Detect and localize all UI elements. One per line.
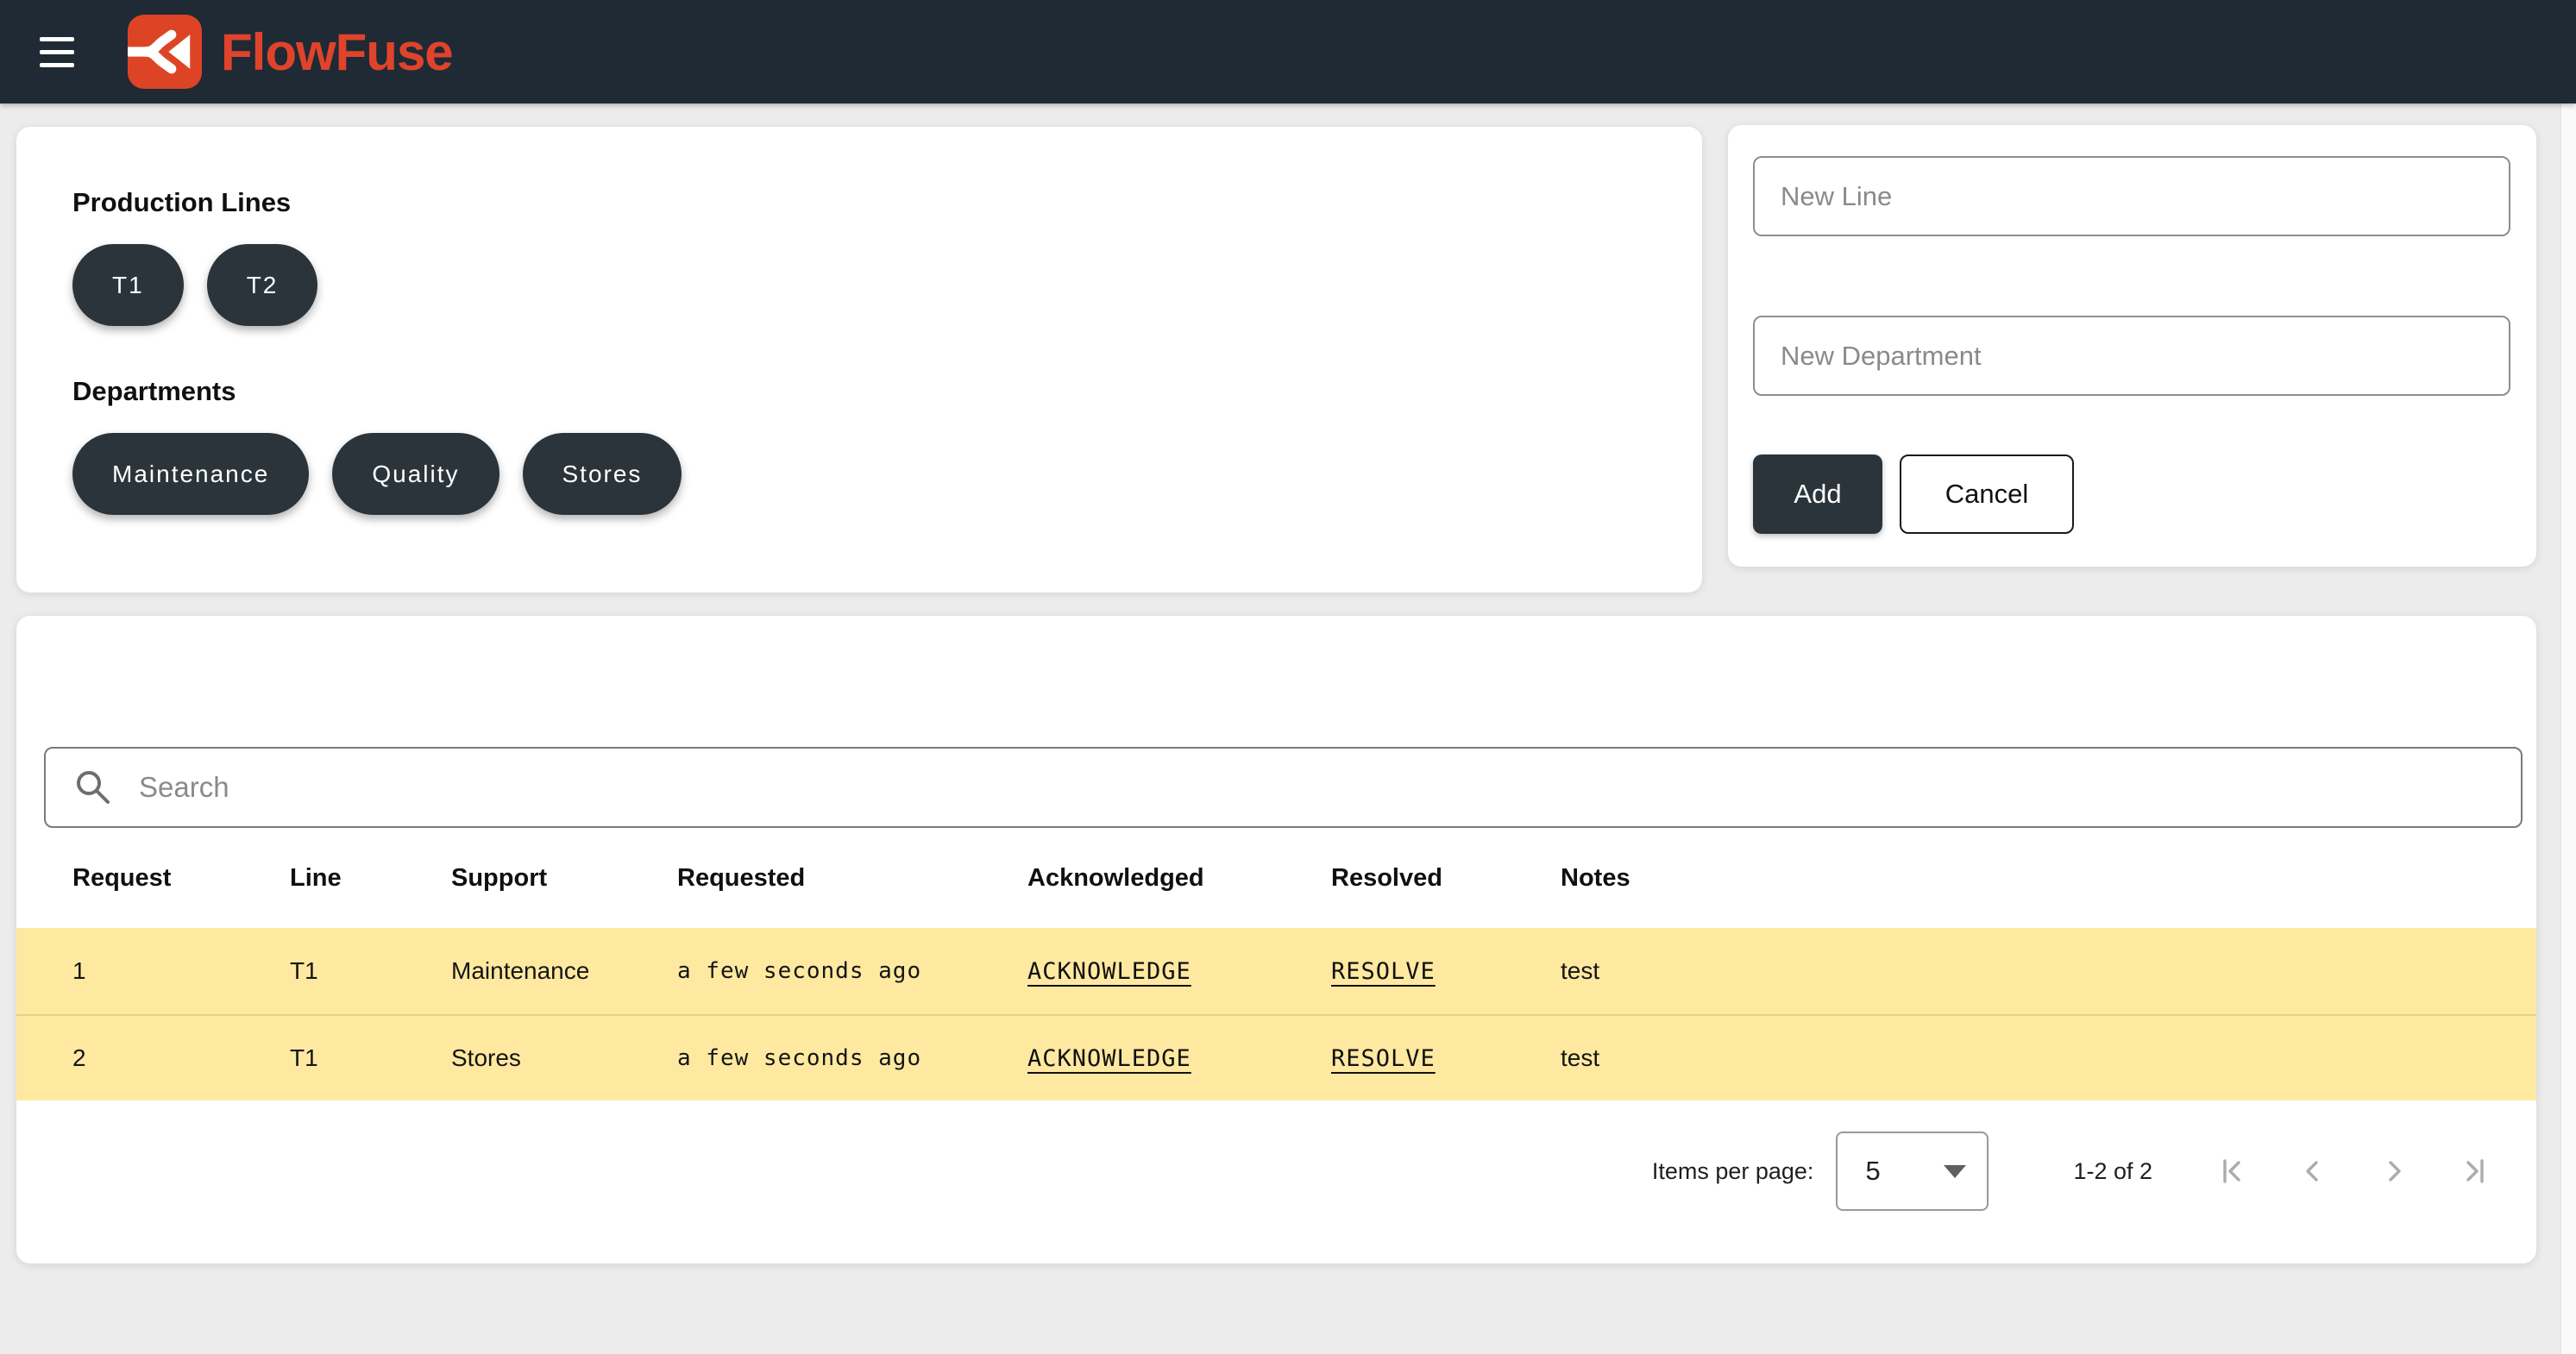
scrollbar-track[interactable] bbox=[2560, 103, 2576, 1354]
lines-departments-card: Production Lines T1 T2 Departments Maint… bbox=[16, 127, 1702, 592]
column-header-requested: Requested bbox=[677, 864, 1027, 893]
cell-request: 2 bbox=[72, 1044, 290, 1072]
requests-table-card: Request Line Support Requested Acknowled… bbox=[16, 616, 2536, 1263]
page-range-label: 1-2 of 2 bbox=[2073, 1158, 2152, 1185]
column-header-support: Support bbox=[451, 864, 677, 893]
brand-title: FlowFuse bbox=[221, 22, 453, 82]
cell-support: Stores bbox=[451, 1044, 677, 1072]
resolve-link[interactable]: RESOLVE bbox=[1331, 958, 1436, 985]
add-form-card: Add Cancel bbox=[1728, 125, 2536, 567]
column-header-line: Line bbox=[290, 864, 451, 893]
search-input[interactable] bbox=[44, 747, 2523, 828]
cell-line: T1 bbox=[290, 957, 451, 985]
cancel-button[interactable]: Cancel bbox=[1900, 454, 2074, 534]
table-row: 1 T1 Maintenance a few seconds ago ACKNO… bbox=[16, 928, 2536, 1014]
cell-line: T1 bbox=[290, 1044, 451, 1072]
resolve-link[interactable]: RESOLVE bbox=[1331, 1045, 1436, 1072]
acknowledge-link[interactable]: ACKNOWLEDGE bbox=[1027, 1045, 1191, 1072]
department-pill-quality[interactable]: Quality bbox=[332, 433, 499, 515]
items-per-page-value: 5 bbox=[1865, 1156, 1880, 1187]
department-pill-maintenance[interactable]: Maintenance bbox=[72, 433, 309, 515]
production-lines-title: Production Lines bbox=[72, 187, 1702, 218]
brand: FlowFuse bbox=[128, 15, 453, 89]
cell-requested: a few seconds ago bbox=[677, 958, 1027, 984]
cell-requested: a few seconds ago bbox=[677, 1045, 1027, 1071]
departments-title: Departments bbox=[72, 376, 1702, 407]
last-page-icon[interactable] bbox=[2460, 1156, 2491, 1187]
pagination-nav bbox=[2216, 1156, 2491, 1187]
new-line-input[interactable] bbox=[1753, 156, 2510, 236]
add-button[interactable]: Add bbox=[1753, 454, 1882, 534]
pagination-bar: Items per page: 5 1-2 of 2 bbox=[1652, 1131, 2491, 1212]
menu-icon[interactable] bbox=[40, 37, 74, 67]
cell-notes: test bbox=[1561, 957, 2536, 985]
first-page-icon[interactable] bbox=[2216, 1156, 2247, 1187]
cell-support: Maintenance bbox=[451, 957, 677, 985]
next-page-icon[interactable] bbox=[2378, 1156, 2410, 1187]
chevron-down-icon bbox=[1944, 1165, 1966, 1178]
acknowledge-link[interactable]: ACKNOWLEDGE bbox=[1027, 958, 1191, 985]
new-department-input[interactable] bbox=[1753, 316, 2510, 396]
line-pill-t2[interactable]: T2 bbox=[207, 244, 318, 326]
items-per-page-select[interactable]: 5 bbox=[1836, 1131, 1989, 1211]
departments-row: Maintenance Quality Stores bbox=[72, 433, 1702, 515]
form-buttons-row: Add Cancel bbox=[1753, 454, 2510, 534]
column-header-acknowledged: Acknowledged bbox=[1027, 864, 1331, 893]
column-header-resolved: Resolved bbox=[1331, 864, 1561, 893]
table-header-row: Request Line Support Requested Acknowled… bbox=[16, 828, 2536, 928]
app-header: FlowFuse bbox=[0, 0, 2576, 103]
line-pill-t1[interactable]: T1 bbox=[72, 244, 184, 326]
search-bar bbox=[44, 747, 2523, 828]
cell-request: 1 bbox=[72, 957, 290, 985]
previous-page-icon[interactable] bbox=[2297, 1156, 2328, 1187]
items-per-page-label: Items per page: bbox=[1652, 1158, 1814, 1185]
flowfuse-logo-icon bbox=[128, 15, 202, 89]
cell-notes: test bbox=[1561, 1044, 2536, 1072]
department-pill-stores[interactable]: Stores bbox=[523, 433, 682, 515]
table-row: 2 T1 Stores a few seconds ago ACKNOWLEDG… bbox=[16, 1014, 2536, 1100]
column-header-request: Request bbox=[72, 864, 290, 893]
production-lines-row: T1 T2 bbox=[72, 244, 1702, 326]
column-header-notes: Notes bbox=[1561, 864, 2536, 893]
